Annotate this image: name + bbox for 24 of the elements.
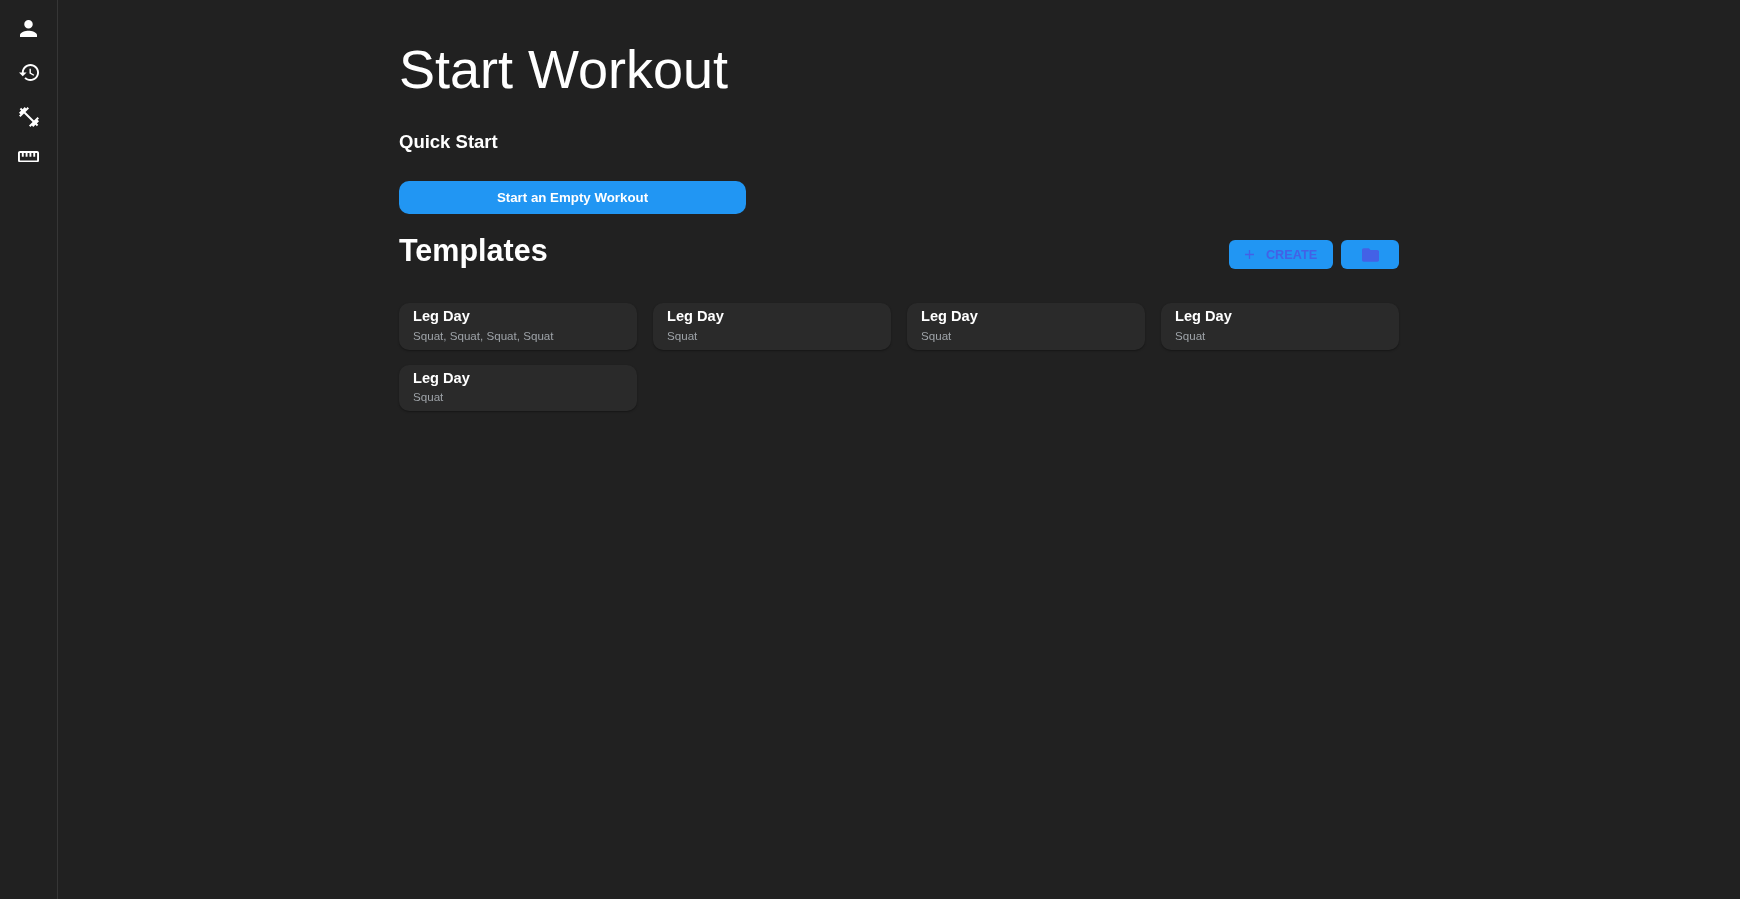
template-name: Leg Day (413, 308, 470, 326)
template-name: Leg Day (921, 308, 978, 326)
page-title: Start Workout (399, 38, 730, 100)
template-exercises: Squat (667, 328, 698, 343)
template-exercises: Squat, Squat, Squat, Squat (413, 328, 554, 343)
section-heading: Templates (399, 233, 548, 268)
ruler-icon[interactable] (18, 150, 39, 162)
template-name: Leg Day (413, 369, 470, 387)
folder-icon (1361, 247, 1379, 262)
template-exercises: Squat (413, 390, 444, 404)
template-card[interactable]: Leg Day Squat (907, 303, 1145, 350)
plus-icon (1244, 250, 1254, 259)
dumbbell-icon[interactable] (18, 107, 39, 127)
template-exercises: Squat (1175, 328, 1206, 343)
person-icon[interactable] (20, 20, 37, 37)
history-icon[interactable] (18, 63, 39, 81)
template-card[interactable]: Leg Day Squat (399, 364, 637, 411)
template-name: Leg Day (667, 308, 724, 326)
template-name: Leg Day (1175, 308, 1232, 326)
template-card[interactable]: Leg Day Squat (1161, 303, 1399, 350)
template-exercises: Squat (921, 328, 952, 343)
section-heading: Quick Start (399, 131, 499, 153)
template-card[interactable]: Leg Day Squat (653, 303, 891, 350)
template-card[interactable]: Leg Day Squat, Squat, Squat, Squat (399, 303, 637, 350)
